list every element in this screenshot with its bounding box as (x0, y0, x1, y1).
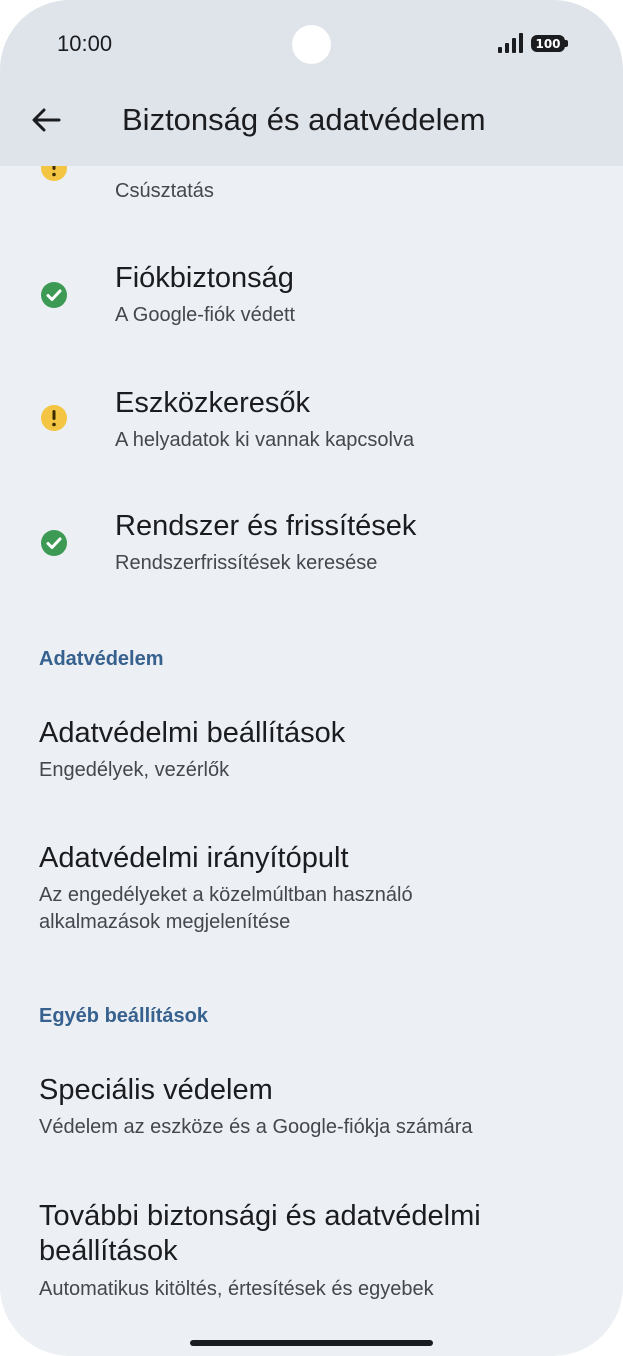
more-security-privacy-item[interactable]: További biztonsági és adatvédelmi beállí… (0, 1188, 623, 1308)
more-settings-title-line2: beállítások (39, 1235, 178, 1267)
privacy-settings-subtitle: Engedélyek, vezérlők (39, 759, 230, 781)
privacy-settings-title: Adatvédelmi beállítások (39, 717, 346, 749)
security-item-title: Rendszer és frissítések (115, 510, 417, 542)
battery-level: 100 (535, 36, 561, 51)
security-item-device-finders[interactable]: Eszközkeresők A helyadatok ki vannak kap… (0, 375, 623, 475)
app-header: 10:00 100 Biztonság és adatvédelem (0, 0, 623, 166)
advanced-protection-item[interactable]: Speciális védelem Védelem az eszköze és … (0, 1062, 623, 1162)
security-item-subtitle: A Google-fiók védett (115, 304, 296, 326)
back-button[interactable] (24, 98, 68, 142)
privacy-dashboard-subtitle-line2: alkalmazások megjelenítése (39, 911, 291, 933)
security-item-title: Eszközkeresők (115, 387, 311, 419)
warning-icon (41, 405, 67, 431)
privacy-dashboard-title: Adatvédelmi irányítópult (39, 842, 349, 874)
advanced-protection-subtitle: Védelem az eszköze és a Google-fiókja sz… (39, 1116, 473, 1138)
section-heading-other: Egyéb beállítások (39, 1005, 208, 1027)
advanced-protection-title: Speciális védelem (39, 1074, 273, 1106)
home-indicator[interactable] (190, 1340, 433, 1346)
security-item-title: Fiókbiztonság (115, 262, 294, 294)
status-time: 10:00 (57, 31, 113, 56)
section-heading-privacy: Adatvédelem (39, 648, 164, 670)
battery-tip (565, 40, 568, 47)
privacy-settings-item[interactable]: Adatvédelmi beállítások Engedélyek, vezé… (0, 705, 623, 805)
security-item-subtitle: Rendszerfrissítések keresése (115, 552, 378, 574)
security-item-account[interactable]: Fiókbiztonság A Google-fiók védett (0, 250, 623, 350)
check-circle-icon (41, 282, 67, 308)
camera-cutout (292, 25, 331, 64)
privacy-dashboard-item[interactable]: Adatvédelmi irányítópult Az engedélyeket… (0, 830, 623, 950)
security-item-system-updates[interactable]: Rendszer és frissítések Rendszerfrissíté… (0, 498, 623, 598)
check-circle-icon (41, 530, 67, 556)
battery-icon: 100 (531, 35, 565, 52)
security-item-subtitle: Csúsztatás (115, 180, 214, 202)
privacy-dashboard-subtitle-line1: Az engedélyeket a közelmúltban használó (39, 884, 413, 906)
phone-screen: Csúsztatás Fiókbiztonság A Google-fiók v… (0, 0, 623, 1356)
security-item-subtitle: A helyadatok ki vannak kapcsolva (115, 429, 415, 451)
more-settings-title-line1: További biztonsági és adatvédelmi (39, 1200, 481, 1232)
page-title: Biztonság és adatvédelem (122, 102, 486, 137)
more-settings-subtitle: Automatikus kitöltés, értesítések és egy… (39, 1278, 434, 1300)
signal-icon (498, 33, 523, 53)
arrow-back-icon (32, 108, 61, 132)
